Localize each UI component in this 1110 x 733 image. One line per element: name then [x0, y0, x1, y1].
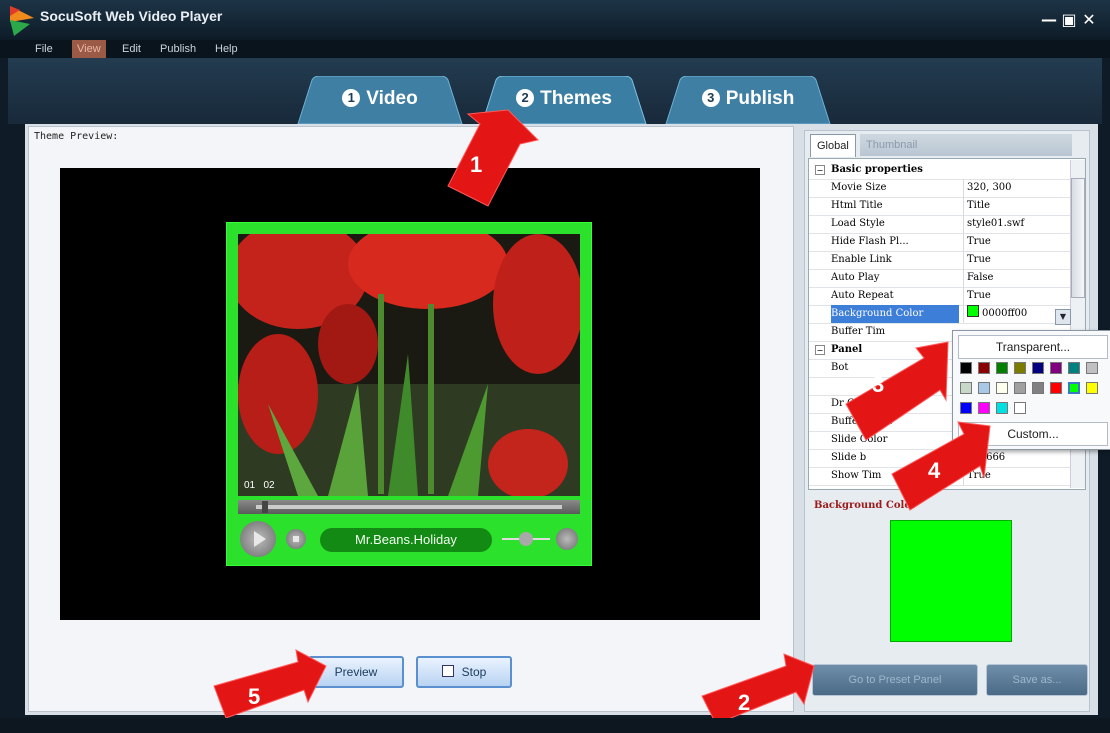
- menu-edit[interactable]: Edit: [117, 40, 146, 58]
- annotation-arrow-2: [701, 653, 815, 725]
- go-to-preset-panel-button[interactable]: Go to Preset Panel: [812, 664, 978, 696]
- color-swatch-icon: [967, 305, 979, 317]
- scrollbar-thumb[interactable]: [1071, 178, 1085, 298]
- property-row[interactable]: Html Title Title: [809, 197, 1071, 216]
- color-cell[interactable]: [960, 402, 972, 414]
- property-row-selected[interactable]: Background Color 0000ff00: [809, 305, 1071, 324]
- menu-bar: File View Edit Publish Help: [0, 40, 1110, 58]
- stop-square-icon: [441, 665, 454, 677]
- annotation-number-3: 3: [872, 372, 885, 397]
- maximize-button[interactable]: ▣: [1060, 10, 1078, 29]
- color-cell[interactable]: [1068, 382, 1080, 394]
- property-row[interactable]: Auto Repeat True: [809, 287, 1071, 306]
- color-cell[interactable]: [978, 402, 990, 414]
- collapse-icon[interactable]: −: [815, 165, 825, 175]
- property-row[interactable]: Enable Link True: [809, 251, 1071, 270]
- annotation-number-1: 1: [470, 152, 483, 177]
- seek-track: [256, 505, 562, 509]
- time-readout: 01 02: [244, 480, 275, 491]
- color-cell[interactable]: [1086, 362, 1098, 374]
- menu-file[interactable]: File: [30, 40, 58, 58]
- color-cell[interactable]: [1014, 382, 1026, 394]
- tab-number-icon: 1: [342, 89, 361, 107]
- tab-number-icon: 3: [701, 89, 720, 107]
- seek-thumb[interactable]: [262, 501, 268, 513]
- app-title: SocuSoft Web Video Player: [40, 8, 223, 24]
- theme-preview-label: Theme Preview:: [34, 131, 119, 142]
- tab-label: Themes: [540, 88, 612, 109]
- menu-publish[interactable]: Publish: [155, 40, 201, 58]
- color-cell[interactable]: [960, 382, 972, 394]
- color-cell[interactable]: [1014, 402, 1026, 414]
- stop-button[interactable]: Stop: [416, 656, 512, 688]
- category-basic[interactable]: − Basic properties: [809, 161, 1071, 180]
- properties-tabs: Global Thumbnail: [806, 134, 1086, 157]
- tab-publish[interactable]: 3 Publish: [658, 76, 838, 124]
- color-cell[interactable]: [1032, 362, 1044, 374]
- color-cell[interactable]: [1014, 362, 1026, 374]
- collapse-icon[interactable]: −: [815, 345, 825, 355]
- dropdown-arrow-icon[interactable]: ▼: [1055, 309, 1071, 325]
- property-row[interactable]: Auto Play False: [809, 269, 1071, 288]
- menu-help[interactable]: Help: [210, 40, 243, 58]
- color-cell[interactable]: [978, 382, 990, 394]
- video-frame: [238, 234, 580, 496]
- property-row[interactable]: Hide Flash Pl... True: [809, 233, 1071, 252]
- color-cell[interactable]: [978, 362, 990, 374]
- color-cell[interactable]: [1086, 382, 1098, 394]
- annotation-number-2: 2: [738, 690, 751, 715]
- menu-view[interactable]: View: [72, 40, 106, 58]
- color-cell[interactable]: [1050, 362, 1062, 374]
- tab-thumbnail[interactable]: Thumbnail: [860, 134, 1072, 156]
- minimize-button[interactable]: —: [1040, 10, 1058, 29]
- color-preview: [890, 520, 1012, 642]
- movie-title-display: Mr.Beans.Holiday: [320, 528, 492, 552]
- annotation-arrow-5: [213, 649, 327, 719]
- volume-icon[interactable]: [502, 529, 550, 549]
- save-as-button[interactable]: Save as...: [986, 664, 1088, 696]
- tab-global[interactable]: Global: [810, 134, 856, 157]
- color-cell[interactable]: [996, 382, 1008, 394]
- color-cell[interactable]: [960, 362, 972, 374]
- property-row[interactable]: Load Style style01.swf: [809, 215, 1071, 234]
- play-icon[interactable]: [240, 521, 276, 557]
- annotation-arrow-1: [447, 109, 539, 207]
- color-cell[interactable]: [996, 402, 1008, 414]
- tab-label: Publish: [725, 88, 795, 109]
- bottom-edge: [0, 718, 1110, 733]
- fullscreen-icon[interactable]: [556, 528, 578, 550]
- annotation-number-4: 4: [928, 458, 941, 483]
- close-button[interactable]: ✕: [1080, 10, 1098, 29]
- stop-icon[interactable]: [286, 529, 306, 549]
- color-cell[interactable]: [1032, 382, 1044, 394]
- color-cell[interactable]: [1050, 382, 1062, 394]
- annotation-number-5: 5: [248, 684, 261, 709]
- transparent-button[interactable]: Transparent...: [958, 335, 1108, 359]
- property-row[interactable]: Movie Size 320, 300: [809, 179, 1071, 198]
- color-cell[interactable]: [996, 362, 1008, 374]
- color-cell[interactable]: [1068, 362, 1080, 374]
- tab-label: Video: [366, 88, 418, 109]
- app-logo-icon: [10, 6, 34, 36]
